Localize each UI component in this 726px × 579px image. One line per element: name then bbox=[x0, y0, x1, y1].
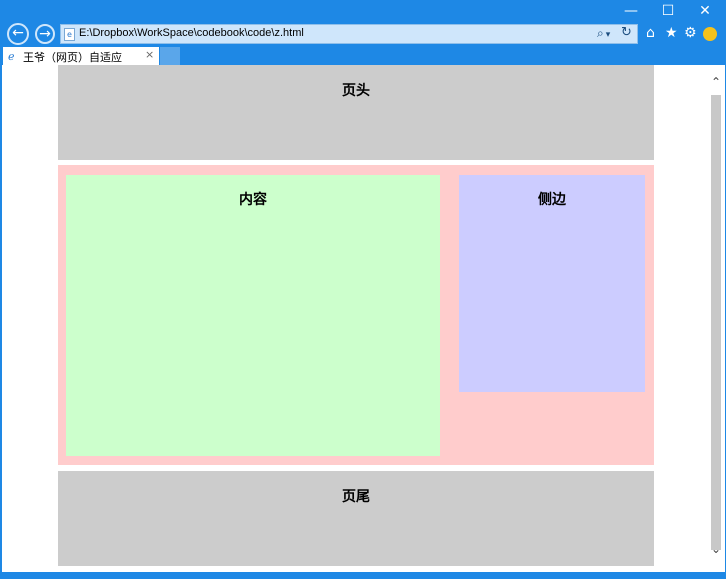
home-icon[interactable]: ⌂ bbox=[646, 25, 655, 41]
title-bar: — ☐ ✕ bbox=[0, 0, 726, 22]
ie-icon: ℯ bbox=[8, 50, 15, 63]
vertical-scrollbar[interactable]: ⌃ ⌄ bbox=[708, 65, 725, 572]
maximize-button[interactable]: ☐ bbox=[651, 0, 685, 22]
header-label: 页头 bbox=[342, 83, 370, 99]
tab-close-icon[interactable]: × bbox=[145, 48, 154, 61]
content-panel: 内容 bbox=[66, 175, 440, 456]
browser-window: — ☐ ✕ ← → e E:\Dropbox\WorkSpace\codeboo… bbox=[0, 0, 726, 579]
tab-bar: ℯ 王爷（网页）自适应 × bbox=[0, 46, 726, 65]
scroll-up-icon[interactable]: ⌃ bbox=[711, 75, 721, 89]
side-label: 侧边 bbox=[538, 192, 566, 208]
settings-icon[interactable]: ⚙ bbox=[684, 25, 697, 41]
search-icon[interactable]: ⌕ ▾ bbox=[597, 26, 610, 41]
content-label: 内容 bbox=[239, 192, 267, 208]
tab-active[interactable]: ℯ 王爷（网页）自适应 × bbox=[3, 47, 159, 65]
dropdown-icon[interactable]: ▾ bbox=[606, 30, 611, 40]
address-url[interactable]: E:\Dropbox\WorkSpace\codebook\code\z.htm… bbox=[79, 27, 304, 39]
side-panel: 侧边 bbox=[459, 175, 645, 392]
page-header: 页头 bbox=[58, 65, 654, 160]
page-icon: e bbox=[64, 28, 75, 41]
navigation-bar: ← → e E:\Dropbox\WorkSpace\codebook\code… bbox=[0, 22, 726, 46]
refresh-icon[interactable]: ↻ bbox=[621, 25, 632, 40]
close-window-button[interactable]: ✕ bbox=[688, 0, 722, 22]
scroll-down-icon[interactable]: ⌄ bbox=[711, 542, 721, 556]
window-bottom-edge bbox=[0, 572, 726, 579]
smiley-feedback-icon[interactable] bbox=[703, 27, 717, 41]
scrollbar-thumb[interactable] bbox=[711, 95, 721, 550]
back-button[interactable]: ← bbox=[7, 23, 29, 45]
new-tab-button[interactable] bbox=[160, 47, 180, 65]
footer-label: 页尾 bbox=[342, 489, 370, 505]
tab-title: 王爷（网页）自适应 bbox=[23, 51, 122, 64]
page-main: 内容 侧边 bbox=[58, 165, 654, 465]
page-viewport: 页头 内容 侧边 页尾 bbox=[2, 65, 708, 572]
address-bar[interactable]: e E:\Dropbox\WorkSpace\codebook\code\z.h… bbox=[60, 24, 638, 44]
forward-button[interactable]: → bbox=[35, 24, 55, 44]
minimize-button[interactable]: — bbox=[614, 0, 648, 22]
favorites-icon[interactable]: ★ bbox=[665, 25, 678, 41]
page-footer: 页尾 bbox=[58, 471, 654, 566]
